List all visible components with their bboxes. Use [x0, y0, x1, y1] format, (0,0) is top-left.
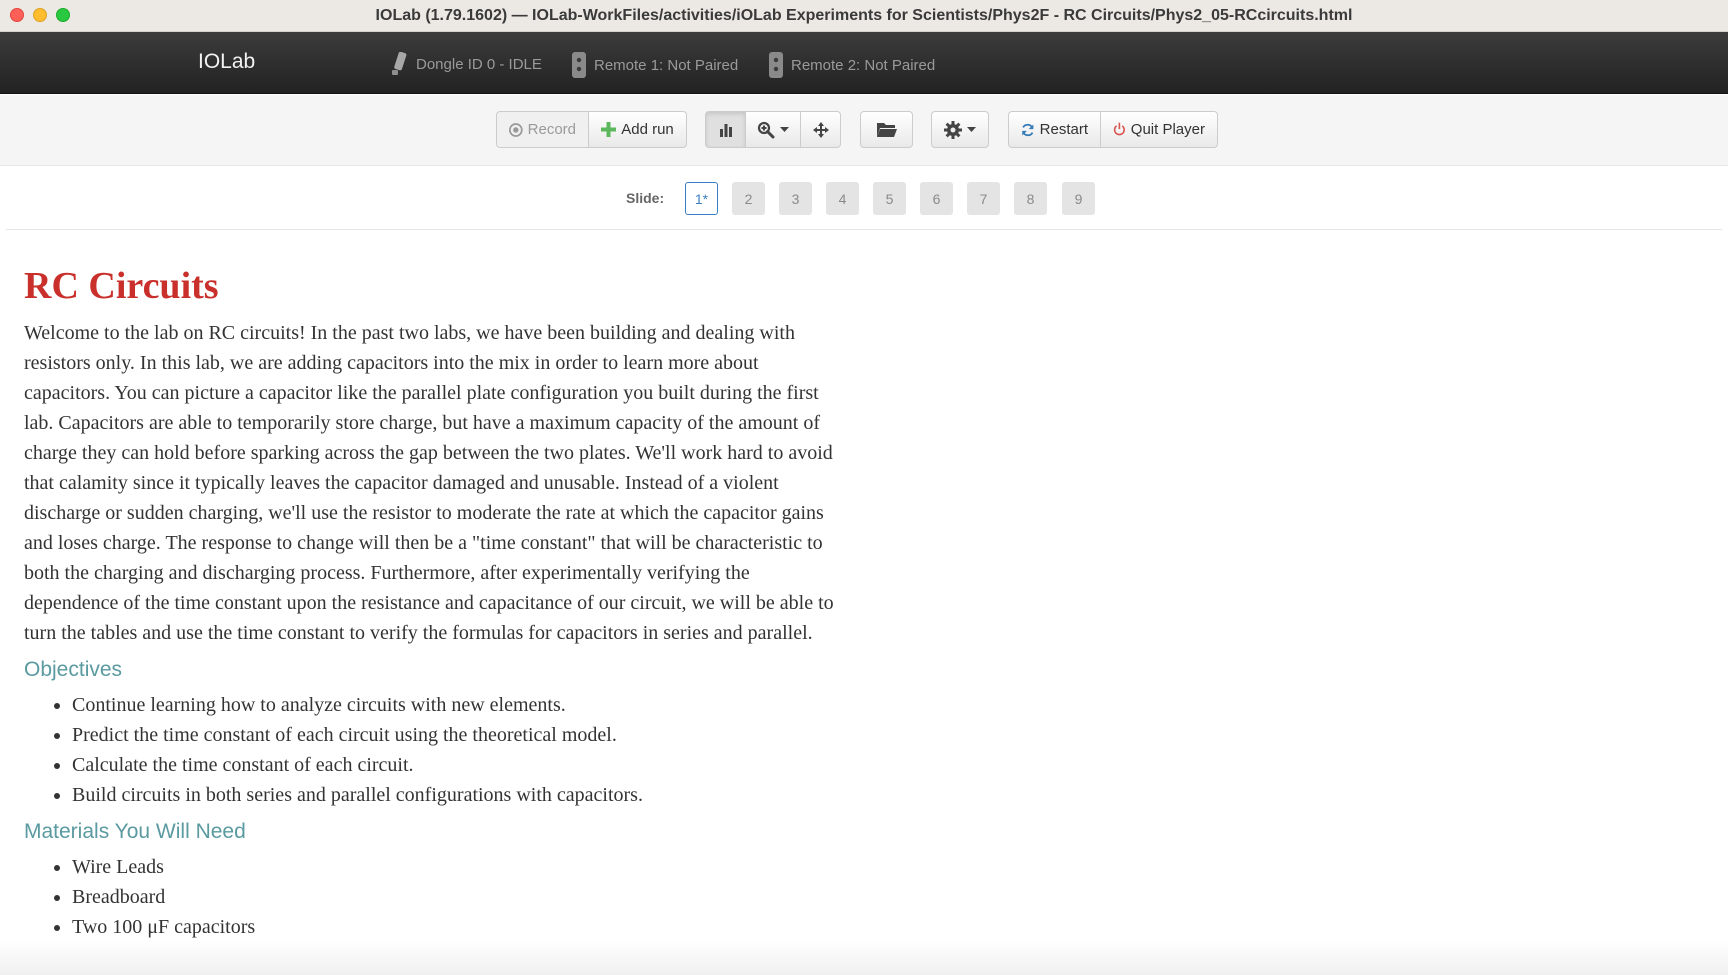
player-group: Restart Quit Player: [1008, 111, 1218, 148]
slide-button-2[interactable]: 2: [732, 182, 765, 215]
slide-pager: Slide: 1* 2 3 4 5 6 7 8 9: [6, 166, 1722, 230]
list-item: Breadboard: [72, 882, 844, 912]
remote1-status-label: Remote 1: Not Paired: [594, 56, 739, 74]
settings-dropdown-button[interactable]: [931, 111, 989, 148]
bar-chart-icon: [719, 123, 732, 137]
slide-button-6[interactable]: 6: [920, 182, 953, 215]
zoom-icon: [757, 121, 775, 138]
caret-down-icon: [967, 126, 976, 132]
move-arrows-icon: [812, 121, 829, 138]
slide-label: Slide:: [626, 190, 665, 206]
list-item: Predict the time constant of each circui…: [72, 720, 844, 750]
list-item: Calculate the time constant of each circ…: [72, 750, 844, 780]
quit-player-button[interactable]: Quit Player: [1101, 111, 1218, 148]
slide-button-1[interactable]: 1*: [685, 182, 718, 215]
record-label: Record: [527, 121, 576, 138]
record-group: Record Add run: [496, 111, 687, 148]
restart-button[interactable]: Restart: [1008, 111, 1101, 148]
caret-down-icon: [780, 126, 789, 132]
dongle-status: Dongle ID 0 - IDLE: [390, 52, 542, 76]
add-run-label: Add run: [621, 121, 674, 138]
remote1-status: Remote 1: Not Paired: [572, 52, 738, 78]
gear-icon: [944, 120, 962, 139]
remote-device-icon: [769, 52, 783, 78]
quit-player-label: Quit Player: [1130, 121, 1205, 138]
remote-device-icon: [572, 52, 586, 78]
intro-paragraph: Welcome to the lab on RC circuits! In th…: [24, 322, 834, 644]
record-button[interactable]: Record: [496, 111, 589, 148]
window-titlebar: IOLab (1.79.1602) — IOLab-WorkFiles/acti…: [0, 0, 1728, 32]
remote2-status-label: Remote 2: Not Paired: [791, 56, 936, 74]
list-item: Wire Leads: [72, 852, 844, 882]
list-item: Continue learning how to analyze circuit…: [72, 690, 844, 720]
materials-list: Wire Leads Breadboard Two 100 μF capacit…: [24, 852, 844, 942]
zoom-dropdown-button[interactable]: [746, 111, 801, 148]
add-run-button[interactable]: Add run: [589, 111, 687, 148]
chart-tools-group: [705, 111, 841, 148]
dongle-status-label: Dongle ID 0 - IDLE: [416, 55, 542, 73]
dongle-icon: [392, 52, 407, 75]
page-title: RC Circuits: [24, 265, 219, 307]
open-folder-button[interactable]: [860, 111, 913, 148]
list-item: Two 100 μF capacitors: [72, 912, 844, 942]
minimize-window-button[interactable]: [33, 8, 47, 22]
slide-button-7[interactable]: 7: [967, 182, 1000, 215]
pan-button[interactable]: [801, 111, 841, 148]
refresh-icon: [1022, 123, 1034, 136]
folder-open-icon: [876, 123, 897, 137]
slide-button-9[interactable]: 9: [1062, 182, 1095, 215]
slide-button-5[interactable]: 5: [873, 182, 906, 215]
slide-button-4[interactable]: 4: [826, 182, 859, 215]
plus-icon: [601, 122, 617, 137]
maximize-window-button[interactable]: [56, 8, 70, 22]
file-group: [860, 111, 913, 148]
app-navbar: IOLab Dongle ID 0 - IDLE Remote 1: Not P…: [0, 32, 1728, 94]
slide-button-8[interactable]: 8: [1014, 182, 1047, 215]
objectives-heading: Objectives: [24, 658, 123, 681]
window-controls: [10, 8, 70, 22]
power-icon: [1113, 122, 1125, 136]
settings-group: [931, 111, 989, 148]
slide-content: RC Circuits Welcome to the lab on RC cir…: [24, 262, 844, 942]
list-item: Build circuits in both series and parall…: [72, 780, 844, 810]
scroll-fade: [0, 940, 1728, 975]
remote2-status: Remote 2: Not Paired: [769, 52, 935, 78]
app-brand: IOLab: [198, 50, 256, 73]
materials-heading: Materials You Will Need: [24, 820, 246, 843]
chart-button[interactable]: [705, 111, 746, 148]
objectives-list: Continue learning how to analyze circuit…: [24, 690, 844, 810]
slide-button-3[interactable]: 3: [779, 182, 812, 215]
record-icon: [509, 122, 523, 137]
restart-label: Restart: [1039, 121, 1088, 138]
toolbar: Record Add run Restart Quit Player: [0, 95, 1728, 166]
close-window-button[interactable]: [10, 8, 24, 22]
window-title: IOLab (1.79.1602) — IOLab-WorkFiles/acti…: [375, 6, 1353, 24]
